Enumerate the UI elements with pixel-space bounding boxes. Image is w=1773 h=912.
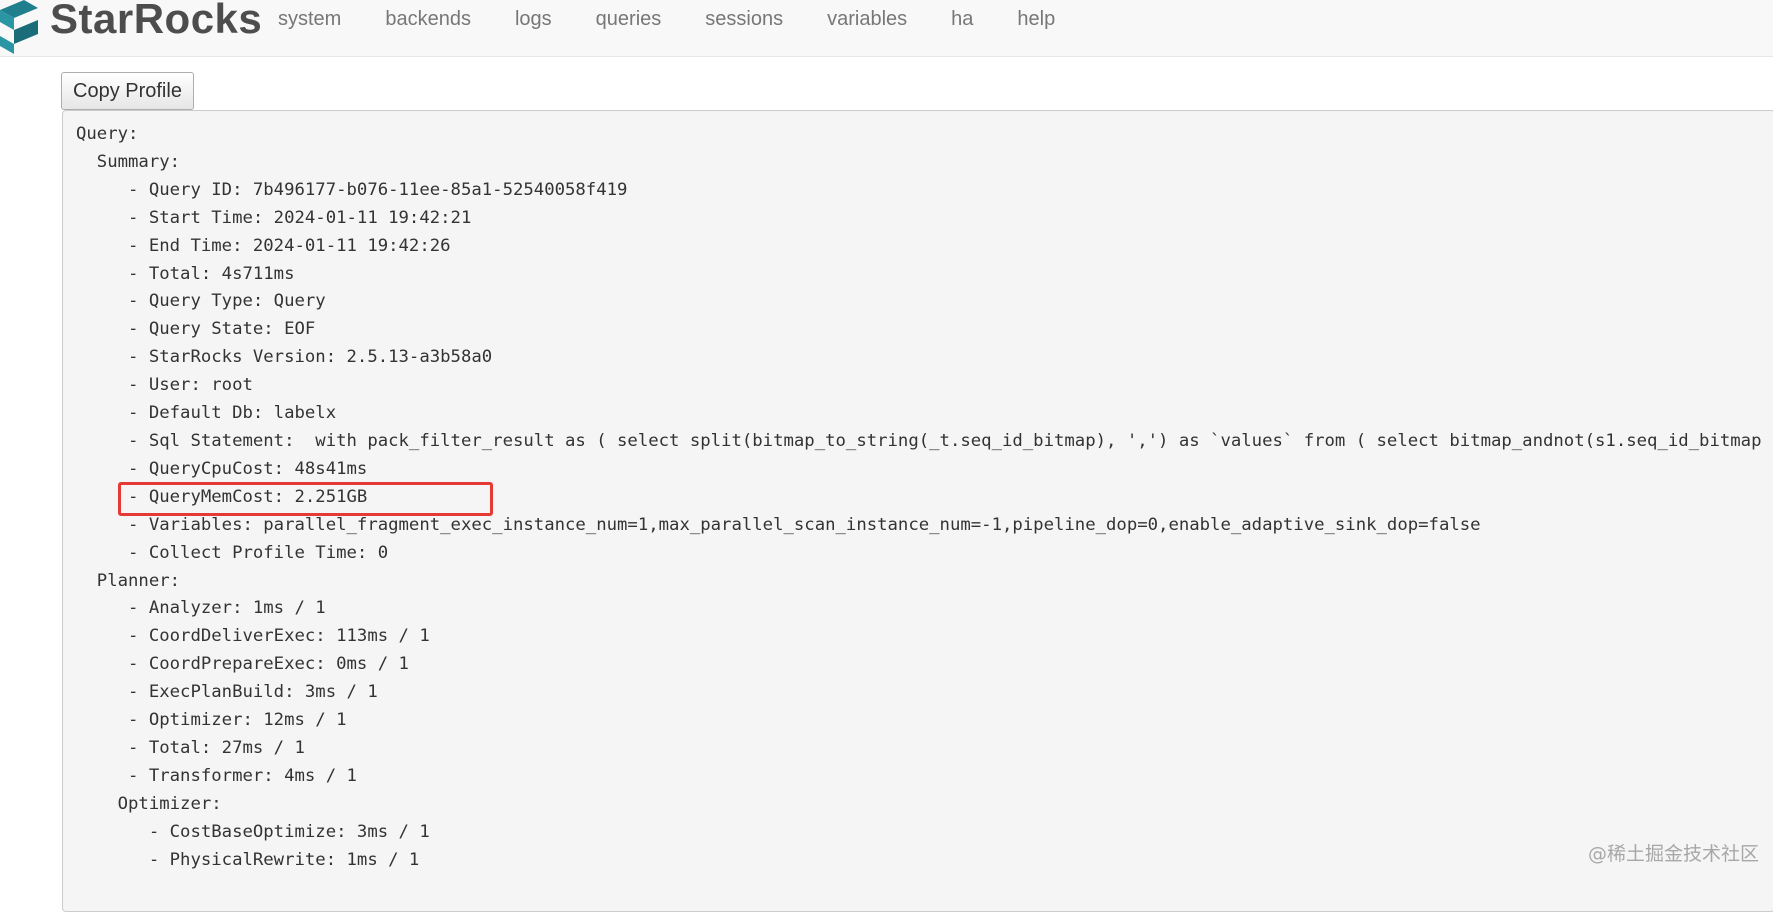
profile-line: - Sql Statement: with pack_filter_result…: [76, 431, 1761, 451]
watermark: @稀土掘金技术社区: [1588, 839, 1759, 866]
nav-item-ha[interactable]: ha: [929, 0, 995, 40]
profile-line: Planner:: [76, 571, 180, 591]
starrocks-logo-icon: [0, 0, 40, 54]
profile-line: - Query ID: 7b496177-b076-11ee-85a1-5254…: [76, 180, 627, 200]
profile-line: - CoordPrepareExec: 0ms / 1: [76, 654, 409, 674]
profile-line: Summary:: [76, 152, 180, 172]
profile-line: Optimizer:: [76, 794, 222, 814]
nav-item-variables[interactable]: variables: [805, 0, 929, 40]
top-navbar: StarRocks system backends logs queries s…: [0, 0, 1773, 57]
profile-line: - Total: 4s711ms: [76, 264, 295, 284]
main-nav: system backends logs queries sessions va…: [256, 0, 1077, 40]
nav-item-queries[interactable]: queries: [574, 0, 684, 40]
profile-line: - Transformer: 4ms / 1: [76, 766, 357, 786]
profile-line: - Analyzer: 1ms / 1: [76, 598, 326, 618]
profile-line: - Total: 27ms / 1: [76, 738, 305, 758]
nav-item-system[interactable]: system: [256, 0, 363, 40]
nav-item-sessions[interactable]: sessions: [683, 0, 805, 40]
profile-line: - User: root: [76, 375, 253, 395]
nav-item-backends[interactable]: backends: [363, 0, 493, 40]
profile-line: - QueryCpuCost: 48s41ms: [76, 459, 367, 479]
brand-name: StarRocks: [50, 0, 262, 40]
profile-line: - Default Db: labelx: [76, 403, 336, 423]
profile-line: - ExecPlanBuild: 3ms / 1: [76, 682, 378, 702]
profile-line: - Query State: EOF: [76, 319, 315, 339]
nav-item-help[interactable]: help: [995, 0, 1077, 40]
profile-line: - Variables: parallel_fragment_exec_inst…: [76, 515, 1481, 535]
profile-line: - Collect Profile Time: 0: [76, 543, 388, 563]
nav-item-logs[interactable]: logs: [493, 0, 574, 40]
profile-line: - CostBaseOptimize: 3ms / 1: [76, 822, 430, 842]
mem-cost-highlight-box: [118, 482, 493, 516]
profile-line: - Query Type: Query: [76, 291, 326, 311]
profile-line: - CoordDeliverExec: 113ms / 1: [76, 626, 430, 646]
profile-line: - Optimizer: 12ms / 1: [76, 710, 347, 730]
copy-profile-button[interactable]: Copy Profile: [61, 72, 194, 110]
profile-line: - StarRocks Version: 2.5.13-a3b58a0: [76, 347, 492, 367]
profile-line: - End Time: 2024-01-11 19:42:26: [76, 236, 451, 256]
profile-line: - Start Time: 2024-01-11 19:42:21: [76, 208, 471, 228]
profile-line: - PhysicalRewrite: 1ms / 1: [76, 850, 419, 870]
profile-line: Query:: [76, 124, 138, 144]
